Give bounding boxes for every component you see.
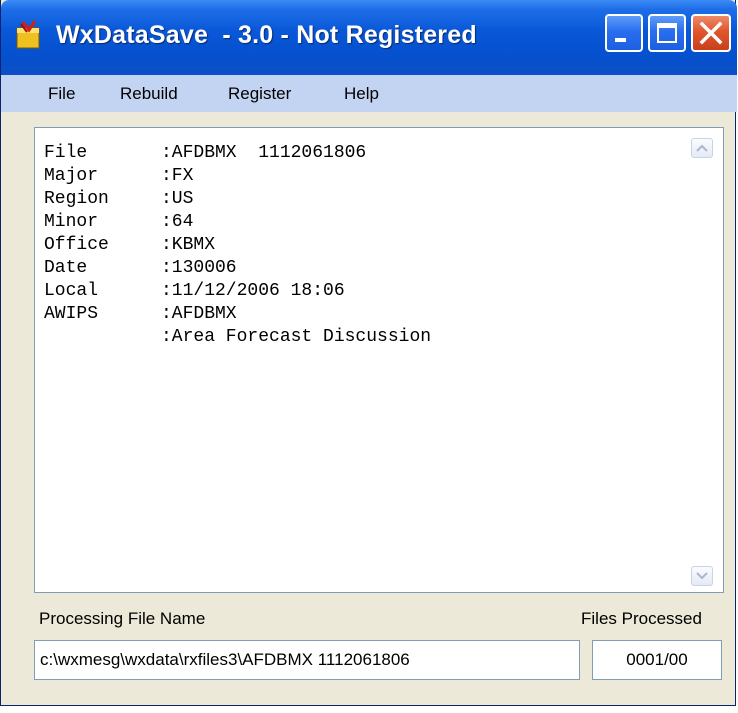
details-content: File :AFDBMX 1112061806 Major :FX Region :U… bbox=[44, 142, 431, 349]
detail-row: Region :US bbox=[44, 188, 431, 211]
detail-key: AWIPS bbox=[44, 304, 99, 324]
detail-value: :130006 bbox=[161, 258, 237, 278]
detail-value: :US bbox=[161, 189, 194, 209]
app-window: WxDataSave - 3.0 - Not Registered File R… bbox=[0, 0, 737, 706]
menu-register[interactable]: Register bbox=[219, 80, 300, 108]
app-icon bbox=[16, 20, 40, 49]
minimize-icon bbox=[615, 38, 626, 42]
details-textbox[interactable]: File :AFDBMX 1112061806 Major :FX Region :U… bbox=[34, 127, 724, 593]
detail-row: :Area Forecast Discussion bbox=[44, 326, 431, 349]
detail-key: Region bbox=[44, 189, 109, 209]
window-title: WxDataSave - 3.0 - Not Registered bbox=[56, 21, 477, 49]
detail-key: File bbox=[44, 143, 88, 163]
detail-row: Local :11/12/2006 18:06 bbox=[44, 280, 431, 303]
menu-rebuild[interactable]: Rebuild bbox=[111, 80, 187, 108]
detail-row: Major :FX bbox=[44, 165, 431, 188]
scroll-down-button[interactable] bbox=[691, 566, 713, 586]
menu-help[interactable]: Help bbox=[335, 80, 388, 108]
detail-key: Minor bbox=[44, 212, 99, 232]
detail-value: :AFDBMX 1112061806 bbox=[161, 143, 367, 163]
files-processed-field[interactable]: 0001/00 bbox=[592, 640, 722, 680]
maximize-icon bbox=[657, 23, 677, 43]
detail-key: Local bbox=[44, 281, 99, 301]
minimize-button[interactable] bbox=[605, 14, 643, 52]
detail-row: File :AFDBMX 1112061806 bbox=[44, 142, 431, 165]
detail-value: :AFDBMX bbox=[161, 304, 237, 324]
processing-file-field[interactable]: c:\wxmesg\wxdata\rxfiles3\AFDBMX 1112061… bbox=[34, 640, 580, 680]
detail-row: Date :130006 bbox=[44, 257, 431, 280]
close-icon bbox=[699, 21, 723, 45]
detail-key: Office bbox=[44, 235, 109, 255]
maximize-button[interactable] bbox=[648, 14, 686, 52]
detail-value: :64 bbox=[161, 212, 194, 232]
detail-value: :KBMX bbox=[161, 235, 216, 255]
detail-key: Date bbox=[44, 258, 88, 278]
close-button[interactable] bbox=[691, 14, 731, 52]
detail-key: Major bbox=[44, 166, 99, 186]
detail-value: :Area Forecast Discussion bbox=[161, 327, 432, 347]
detail-value: :FX bbox=[161, 166, 194, 186]
title-bar[interactable]: WxDataSave - 3.0 - Not Registered bbox=[1, 0, 737, 75]
scroll-up-button[interactable] bbox=[691, 138, 713, 158]
chevron-up-icon bbox=[696, 144, 708, 152]
detail-value: :11/12/2006 18:06 bbox=[161, 281, 345, 301]
menu-file[interactable]: File bbox=[39, 80, 84, 108]
detail-row: AWIPS :AFDBMX bbox=[44, 303, 431, 326]
detail-row: Minor :64 bbox=[44, 211, 431, 234]
detail-row: Office :KBMX bbox=[44, 234, 431, 257]
files-processed-label: Files Processed bbox=[581, 609, 702, 628]
chevron-down-icon bbox=[696, 572, 708, 580]
processing-file-label: Processing File Name bbox=[39, 609, 206, 628]
